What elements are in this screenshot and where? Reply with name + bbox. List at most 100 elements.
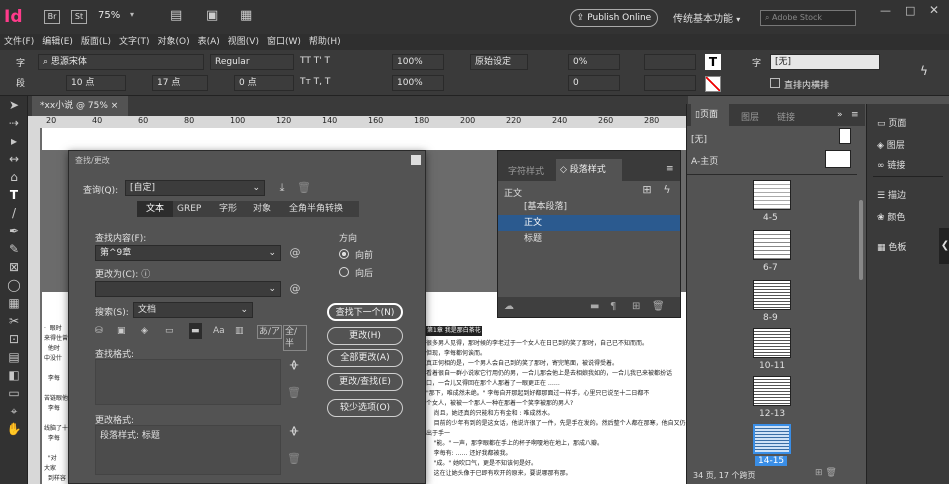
close-icon[interactable]: × <box>111 101 119 111</box>
dock-swatches[interactable]: ▦ 色板 <box>877 240 906 253</box>
stroke-none-icon[interactable] <box>705 76 721 92</box>
pages-scrollbar[interactable] <box>859 200 863 280</box>
menu-type[interactable]: 文字(T) <box>119 34 150 50</box>
hand-tool-icon[interactable]: ✋ <box>0 420 28 438</box>
spread-thumb-6-7[interactable] <box>753 230 791 260</box>
find-what-input[interactable]: 第^9章 ⌄ <box>95 245 281 261</box>
type-tool-icon[interactable]: T <box>0 186 28 204</box>
gradient-feather-icon[interactable]: ◧ <box>0 366 28 384</box>
tracking-field[interactable]: 0 点 <box>234 75 294 91</box>
find-next-button[interactable]: 查找下一个(N) <box>327 303 403 321</box>
eyedropper-tool-icon[interactable]: ⌖ <box>0 402 28 420</box>
vertical-ruler[interactable] <box>28 116 40 484</box>
menu-table[interactable]: 表(A) <box>198 34 220 50</box>
pencil-tool-icon[interactable]: ✎ <box>0 240 28 258</box>
direction-backward-radio[interactable] <box>339 267 349 277</box>
extra-field-a[interactable] <box>644 54 696 70</box>
master-none[interactable]: [无] <box>691 132 707 145</box>
collapse-icon[interactable]: » <box>837 110 843 120</box>
specify-change-format-icon[interactable]: ᚖ <box>287 423 301 439</box>
tab-pages[interactable]: ▯页面 <box>691 104 729 126</box>
vertical-scale-field[interactable]: 100% <box>392 54 444 70</box>
menu-help[interactable]: 帮助(H) <box>309 34 341 50</box>
include-locked-stories-icon[interactable]: ▣ <box>117 323 126 339</box>
menu-object[interactable]: 对象(O) <box>158 34 190 50</box>
dock-layers[interactable]: ◈ 图层 <box>877 138 905 151</box>
document-tab[interactable]: *xx小说 @ 75% × <box>32 96 128 116</box>
direct-selection-tool-icon[interactable]: ⇢ <box>0 114 28 132</box>
include-footnotes-icon[interactable]: ▬ <box>189 323 202 339</box>
tab-links[interactable]: 链接 <box>777 110 795 123</box>
arrange-docs-icon[interactable]: ▦ <box>240 8 252 23</box>
dock-stroke[interactable]: ☰ 描边 <box>877 188 906 201</box>
ellipse-tool-icon[interactable]: ◯ <box>0 276 28 294</box>
fill-color-icon[interactable]: T <box>705 54 721 70</box>
new-style-icon[interactable]: ⊞ <box>632 297 640 317</box>
dock-pages[interactable]: ▭ 页面 <box>877 116 906 129</box>
change-to-input[interactable]: ⌄ <box>95 281 281 297</box>
clear-find-format-icon[interactable]: 🗑 <box>287 385 301 401</box>
query-select[interactable]: [自定] ⌄ <box>125 180 265 196</box>
delete-page-icon[interactable]: 🗑 <box>825 468 836 478</box>
frame-tool-icon[interactable]: ⊠ <box>0 258 28 276</box>
specify-find-format-icon[interactable]: ᚖ <box>287 357 301 373</box>
zoom-level[interactable]: 75% <box>98 10 120 21</box>
leading-field[interactable]: 17 点 <box>152 75 208 91</box>
close-icon[interactable]: ✕ <box>929 3 939 17</box>
lightning-icon[interactable]: ϟ <box>920 64 928 78</box>
workspace-switcher[interactable]: 传统基本功能 ▾ <box>673 10 740 25</box>
delete-query-icon[interactable]: 🗑 <box>297 180 311 196</box>
dialog-close-icon[interactable] <box>411 155 421 165</box>
search-scope-select[interactable]: 文档 ⌄ <box>133 302 253 318</box>
page-tool-icon[interactable]: ▸ <box>0 132 28 150</box>
kana-sensitive-icon[interactable]: あ/ア <box>257 325 283 339</box>
pen-tool-icon[interactable]: ✒ <box>0 222 28 240</box>
extra-field-b[interactable] <box>644 75 696 91</box>
content-collector-icon[interactable]: ⌂ <box>0 168 28 186</box>
font-family-field[interactable]: ⌕ 思源宋体 <box>38 54 204 70</box>
baseline-shift-field[interactable]: 0% <box>568 54 620 70</box>
tsume-field[interactable]: 0 <box>568 75 620 91</box>
spread-thumb-8-9[interactable] <box>753 280 791 310</box>
change-find-button[interactable]: 更改/查找(E) <box>327 373 403 391</box>
screen-mode-icon[interactable]: ▣ <box>206 8 218 23</box>
para-mode-label[interactable]: 段 <box>16 76 25 89</box>
horizontal-ruler[interactable]: 20 40 60 80 100 120 140 160 180 200 220 … <box>40 116 688 128</box>
transform-tool-icon[interactable]: ⊡ <box>0 330 28 348</box>
gap-tool-icon[interactable]: ↔ <box>0 150 28 168</box>
include-locked-layers-icon[interactable]: ⛁ <box>95 323 103 339</box>
cloud-icon[interactable]: ☁ <box>504 297 514 317</box>
menu-file[interactable]: 文件(F) <box>4 34 34 50</box>
include-master-pages-icon[interactable]: ▭ <box>165 323 174 339</box>
change-format-box[interactable]: 段落样式: 标题 <box>95 425 281 475</box>
font-style-field[interactable]: Regular <box>210 54 294 70</box>
folder-icon[interactable]: ▬ <box>590 297 599 317</box>
change-all-button[interactable]: 全部更改(A) <box>327 349 403 367</box>
tab-glyph[interactable]: 字形 <box>219 201 237 217</box>
minimize-icon[interactable]: — <box>880 4 891 17</box>
selection-tool-icon[interactable]: ➤ <box>0 96 28 114</box>
note-tool-icon[interactable]: ▭ <box>0 384 28 402</box>
style-item-body[interactable]: 正文 <box>498 215 680 231</box>
kerning-field[interactable]: 原始设定 <box>470 54 528 70</box>
new-group-icon[interactable]: ⊞ <box>640 182 654 198</box>
tab-object[interactable]: 对象 <box>253 201 271 217</box>
horizontal-scale-field[interactable]: 100% <box>392 75 444 91</box>
tab-char-styles[interactable]: 字符样式 <box>508 164 544 177</box>
special-chars-icon[interactable]: @ <box>287 281 303 297</box>
master-a-thumb[interactable] <box>825 150 851 168</box>
include-hidden-layers-icon[interactable]: ◈ <box>141 323 148 339</box>
direction-forward-radio[interactable] <box>339 249 349 259</box>
master-none-thumb[interactable] <box>839 128 851 144</box>
line-tool-icon[interactable]: / <box>0 204 28 222</box>
clear-overrides-icon[interactable]: ¶ <box>610 297 616 317</box>
char-mode-label[interactable]: 字 <box>16 56 25 69</box>
tate-checkbox[interactable] <box>770 78 780 88</box>
change-button[interactable]: 更改(H) <box>327 327 403 345</box>
case-sensitive-icon[interactable]: Aa <box>213 323 225 339</box>
spread-thumb-10-11[interactable] <box>753 328 791 358</box>
panel-menu-icon[interactable]: ≡ <box>851 110 859 120</box>
whole-word-icon[interactable]: ▥ <box>235 323 244 339</box>
tab-transliterate[interactable]: 全角半角转换 <box>289 201 343 217</box>
publish-online-button[interactable]: ⇪ Publish Online <box>570 9 658 27</box>
